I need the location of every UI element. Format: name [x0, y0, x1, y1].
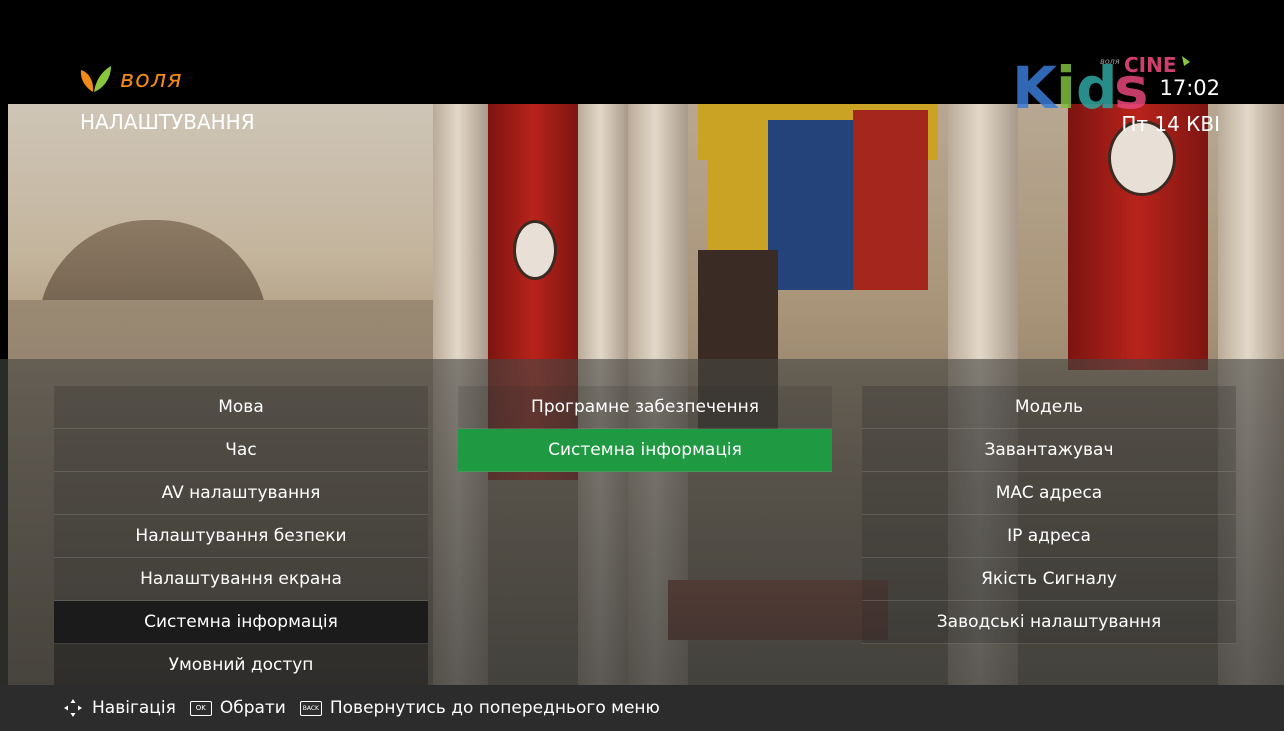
details-item-factory-reset[interactable]: Заводські налаштування — [862, 601, 1236, 644]
tv-settings-screen: воля НАЛАШТУВАННЯ K i d s воля CINE 17:0… — [0, 0, 1284, 731]
menu-item-language[interactable]: Мова — [54, 386, 428, 429]
svg-text:K: K — [1012, 54, 1059, 112]
nav-hint-label: Навігація — [92, 698, 176, 718]
navigation-arrows-icon — [64, 699, 82, 717]
menu-item-system-info[interactable]: Системна інформація — [54, 601, 428, 644]
submenu-item-software[interactable]: Програмне забезпечення — [458, 386, 832, 429]
svg-text:воля: воля — [1100, 57, 1120, 66]
details-item-mac-address[interactable]: MAC адреса — [862, 472, 1236, 515]
svg-text:CINE: CINE — [1124, 53, 1177, 77]
clock: 17:02 — [1159, 76, 1220, 100]
back-hint-label: Повернутись до попереднього меню — [329, 698, 660, 718]
menu-item-time[interactable]: Час — [54, 429, 428, 472]
svg-text:i: i — [1056, 54, 1076, 112]
menu-item-screen-settings[interactable]: Налаштування екрана — [54, 558, 428, 601]
details-menu: Модель Завантажувач MAC адреса IP адреса… — [862, 386, 1236, 644]
details-item-signal-quality[interactable]: Якість Сигналу — [862, 558, 1236, 601]
main-menu: Мова Час AV налаштування Налаштування бе… — [54, 386, 428, 687]
menu-item-av-settings[interactable]: AV налаштування — [54, 472, 428, 515]
ok-key-icon: OK — [189, 700, 212, 716]
ok-hint-label: Обрати — [219, 698, 286, 718]
menu-item-conditional-access[interactable]: Умовний доступ — [54, 644, 428, 687]
footer-hints: Навігація OK Обрати BACK Повернутись до … — [0, 685, 1284, 731]
brand-logo-text: воля — [120, 65, 183, 93]
back-key-icon: BACK — [299, 700, 322, 716]
menu-item-security-settings[interactable]: Налаштування безпеки — [54, 515, 428, 558]
details-item-model[interactable]: Модель — [862, 386, 1236, 429]
submenu-item-system-info[interactable]: Системна інформація — [458, 429, 832, 472]
details-item-bootloader[interactable]: Завантажувач — [862, 429, 1236, 472]
sub-menu: Програмне забезпечення Системна інформац… — [458, 386, 832, 472]
date: Пт 14 КВІ — [1121, 112, 1220, 136]
brand-logo: воля — [78, 64, 183, 94]
page-title: НАЛАШТУВАННЯ — [80, 110, 255, 134]
brand-leaf-icon — [80, 66, 111, 92]
details-item-ip-address[interactable]: IP адреса — [862, 515, 1236, 558]
